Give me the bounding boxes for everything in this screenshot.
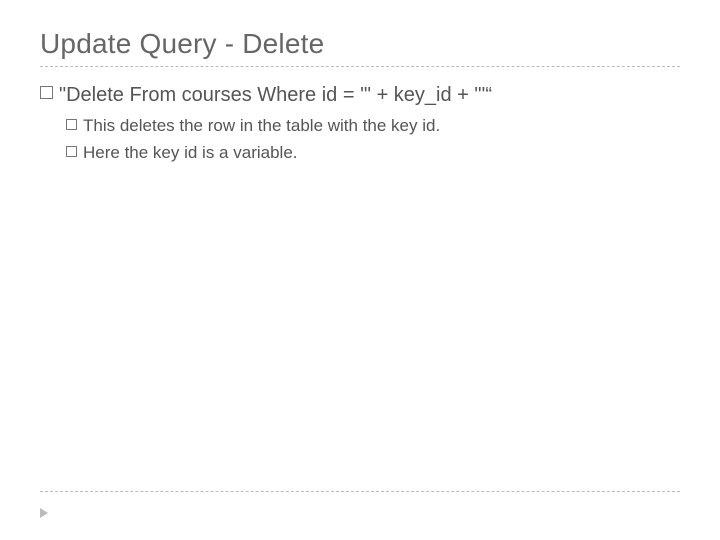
bullet-level-2: Here the key id is a variable. <box>66 141 680 166</box>
divider-bottom <box>40 491 680 492</box>
square-bullet-icon <box>40 86 53 99</box>
arrow-icon <box>40 508 48 518</box>
bullet-text: Here the key id is a variable. <box>83 141 680 166</box>
slide: Update Query - Delete "Delete From cours… <box>0 0 720 540</box>
slide-title: Update Query - Delete <box>40 28 680 60</box>
bullet-level-1: "Delete From courses Where id = '" + key… <box>40 81 680 110</box>
square-bullet-icon <box>66 146 77 157</box>
square-bullet-icon <box>66 119 77 130</box>
divider-top <box>40 66 680 67</box>
bullet-text: "Delete From courses Where id = '" + key… <box>59 81 680 110</box>
bullet-text: This deletes the row in the table with t… <box>83 114 680 139</box>
bullet-level-2: This deletes the row in the table with t… <box>66 114 680 139</box>
